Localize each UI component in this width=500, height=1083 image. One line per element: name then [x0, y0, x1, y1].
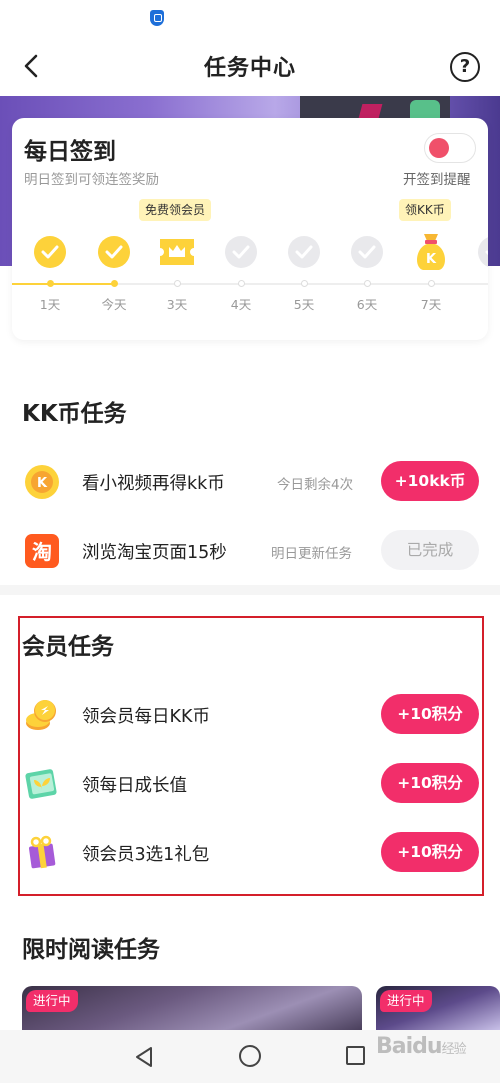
day-label: 8 — [464, 294, 488, 309]
timeline-dot — [238, 280, 245, 287]
check-icon — [478, 236, 488, 268]
watermark-suffix: 经验 — [441, 1042, 467, 1057]
highlight-annotation-box — [18, 616, 484, 896]
task-note: 今日剩余4次 — [277, 477, 354, 493]
day-label: 1天 — [39, 297, 61, 312]
nav-recent-apps-icon[interactable] — [346, 1046, 365, 1065]
day-label: 4天 — [230, 297, 252, 312]
signin-day[interactable]: 6天 — [337, 118, 397, 340]
help-button[interactable]: ? — [450, 52, 480, 82]
page-title: 任务中心 — [203, 56, 296, 81]
check-icon — [225, 236, 257, 268]
reward-tag: 免费领会员 — [139, 199, 212, 221]
signin-day[interactable]: 今天 — [84, 118, 144, 340]
signin-day[interactable]: 免费领会员 3天 — [139, 118, 212, 340]
taobao-icon: 淘 — [25, 534, 59, 568]
check-icon — [351, 236, 383, 268]
earn-kk-coin-button[interactable]: +10kk币 — [381, 461, 479, 501]
timeline-dot — [47, 280, 54, 287]
header: 任务中心 ? — [0, 36, 500, 96]
ticket-icon — [160, 239, 194, 265]
watermark-brand: Baidu — [376, 1034, 443, 1059]
kk-tasks-title: KK币任务 — [22, 401, 127, 427]
task-label: 浏览淘宝页面15秒 — [82, 543, 227, 563]
svg-text:K: K — [37, 476, 48, 491]
svg-text:K: K — [426, 252, 437, 267]
task-row: 淘 浏览淘宝页面15秒 明日更新任务 已完成 — [0, 519, 500, 581]
in-progress-badge: 进行中 — [380, 990, 432, 1012]
timeline-dot — [364, 280, 371, 287]
daily-signin-card: 每日签到 明日签到可领连签奖励 开签到提醒 1天 今天 免费领会员 3天 4天 … — [12, 118, 488, 340]
day-label: 7天 — [420, 297, 442, 312]
reading-card[interactable]: 进行中 — [376, 986, 500, 1030]
timeline-dot — [174, 280, 181, 287]
status-bar — [0, 0, 500, 36]
task-row: K 看小视频再得kk币 今日剩余4次 +10kk币 — [0, 450, 500, 512]
timeline-dot — [111, 280, 118, 287]
reading-card[interactable]: 进行中 — [22, 986, 362, 1030]
signin-day[interactable]: 领KK币 K 7天 — [399, 118, 461, 340]
nav-back-icon[interactable] — [134, 1046, 154, 1068]
check-icon — [98, 236, 130, 268]
completed-button[interactable]: 已完成 — [381, 530, 479, 570]
signin-day[interactable]: 5天 — [274, 118, 334, 340]
timeline-dot — [301, 280, 308, 287]
in-progress-badge: 进行中 — [26, 990, 78, 1012]
timeline-dot — [428, 280, 435, 287]
task-note: 明日更新任务 — [271, 546, 352, 562]
day-label: 今天 — [101, 297, 127, 312]
day-label: 6天 — [356, 297, 378, 312]
day-label: 3天 — [166, 297, 188, 312]
signin-day[interactable]: 8 — [464, 118, 488, 340]
security-shield-icon — [150, 10, 164, 26]
task-label: 看小视频再得kk币 — [82, 474, 225, 494]
day-label: 5天 — [293, 297, 315, 312]
reward-tag: 领KK币 — [399, 199, 451, 221]
baidu-watermark: Baidu经验 — [376, 1034, 467, 1059]
check-icon — [34, 236, 66, 268]
reading-tasks-title: 限时阅读任务 — [22, 937, 160, 963]
check-icon — [288, 236, 320, 268]
nav-home-icon[interactable] — [239, 1045, 261, 1067]
signin-day[interactable]: 1天 — [20, 118, 80, 340]
section-divider — [0, 585, 500, 595]
svg-text:淘: 淘 — [32, 540, 52, 564]
kk-coin-icon: K — [25, 465, 59, 499]
coin-bag-icon: K — [417, 234, 445, 270]
signin-day[interactable]: 4天 — [211, 118, 271, 340]
